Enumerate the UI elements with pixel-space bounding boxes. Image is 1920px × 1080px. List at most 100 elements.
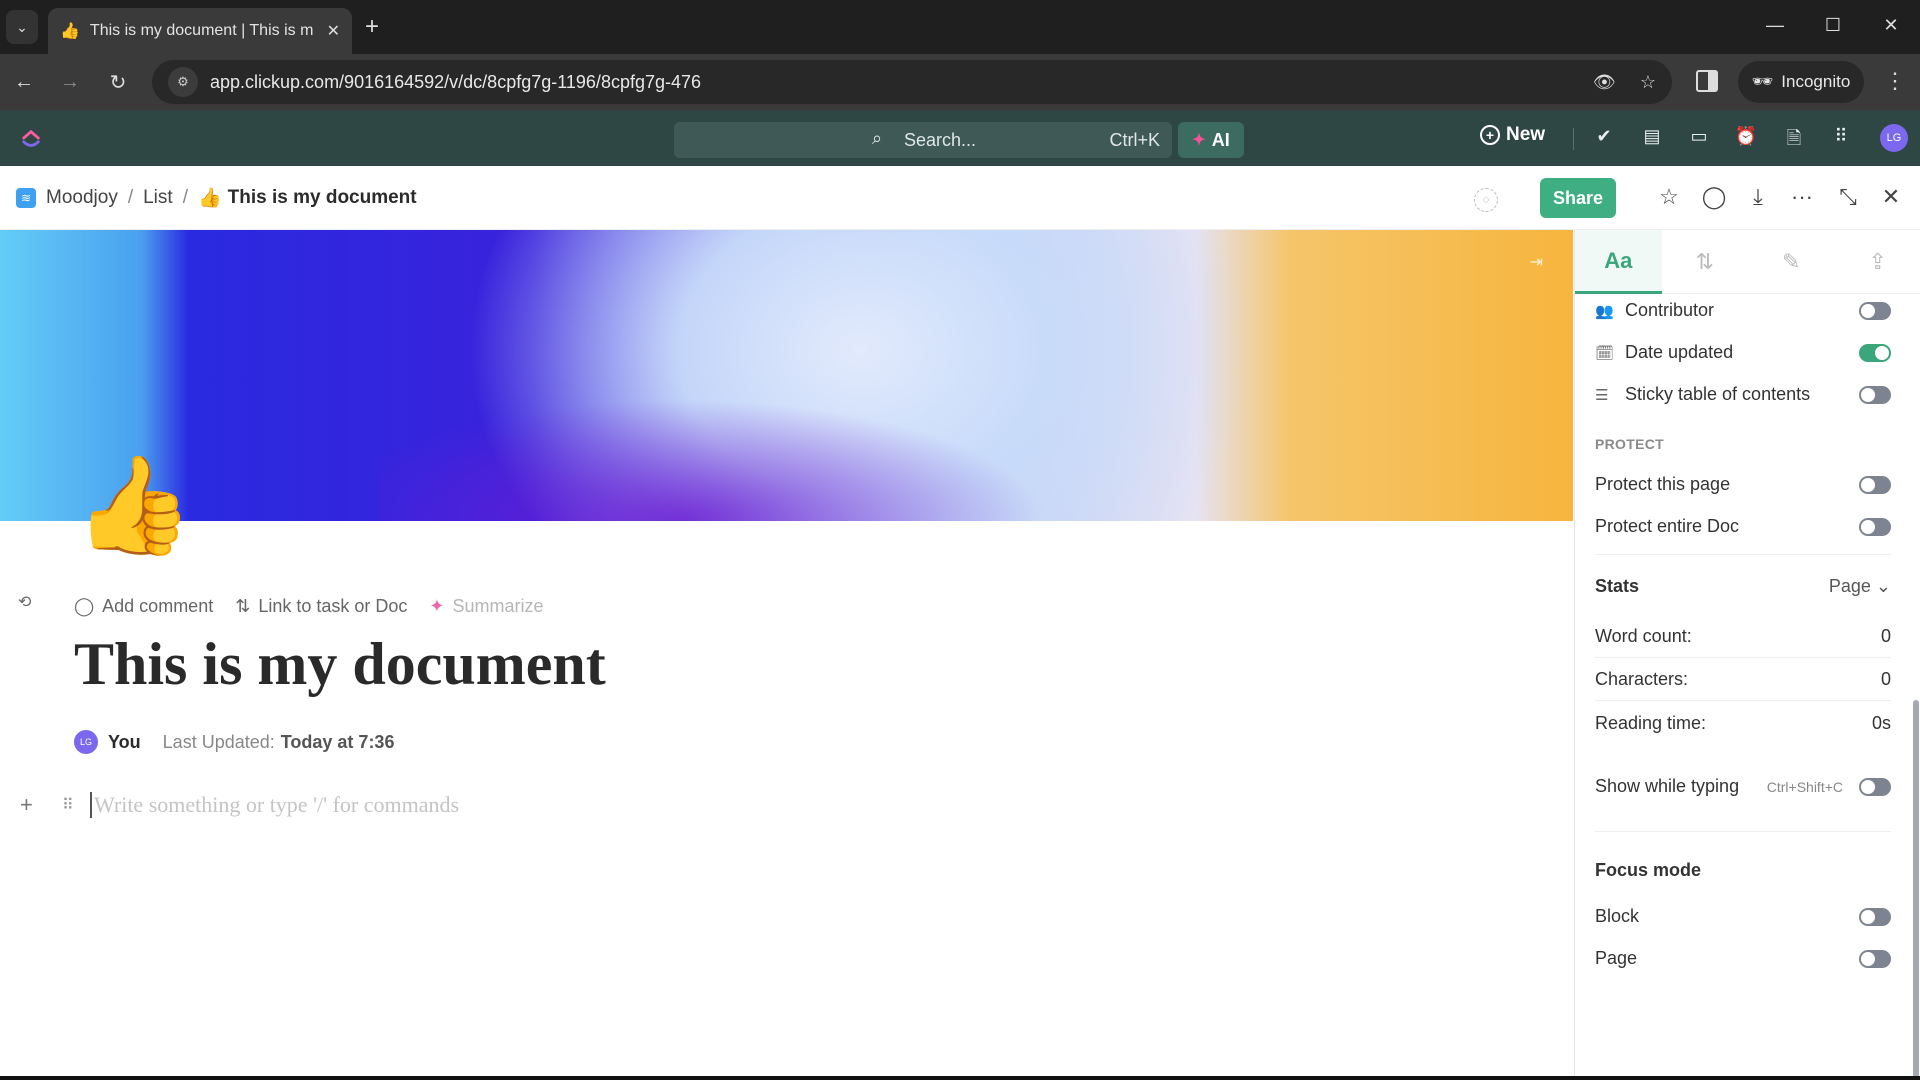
doc-title[interactable]: This is my document bbox=[74, 630, 606, 699]
ai-button[interactable]: ✦ AI bbox=[1178, 122, 1244, 158]
tab-typography[interactable]: Aa bbox=[1575, 230, 1662, 294]
side-panel-icon[interactable] bbox=[1696, 70, 1718, 92]
reload-icon[interactable]: ↻ bbox=[102, 66, 134, 98]
favorite-star-icon[interactable]: ☆ bbox=[1655, 184, 1683, 210]
date-updated-toggle[interactable] bbox=[1859, 343, 1891, 362]
apps-grid-icon[interactable]: ⠿ bbox=[1829, 126, 1853, 147]
close-window-icon[interactable]: ✕ bbox=[1862, 0, 1920, 50]
site-info-icon[interactable]: ⚙ bbox=[168, 67, 198, 97]
stat-value: 0 bbox=[1880, 669, 1891, 689]
editor-input[interactable]: Write something or type '/' for commands bbox=[90, 792, 459, 818]
clickup-logo-icon[interactable] bbox=[20, 128, 42, 150]
document-area: ⇥ 👍 ⟲ ◯ Add comment ⇅ Link to task or Do… bbox=[0, 230, 1573, 1080]
check-circle-icon[interactable]: ✔ bbox=[1592, 126, 1616, 147]
browser-tab-active[interactable]: 👍 This is my document | This is m ✕ bbox=[48, 8, 352, 54]
contributor-toggle[interactable] bbox=[1859, 301, 1891, 320]
screen: ⌄ 👍 This is my document | This is m ✕ + … bbox=[0, 0, 1920, 1080]
tab-export-icon[interactable]: ⇪ bbox=[1835, 230, 1920, 294]
doc-actions: ◯ Add comment ⇅ Link to task or Doc ✦ Su… bbox=[74, 596, 544, 617]
cover-image[interactable]: ⇥ bbox=[0, 230, 1573, 521]
toggle-label: Date updated bbox=[1625, 342, 1734, 362]
stat-row-word-count: Word count: 0 bbox=[1595, 626, 1891, 647]
stats-scope-dropdown[interactable]: Page ⌄ bbox=[1829, 576, 1891, 597]
close-tab-icon[interactable]: ✕ bbox=[327, 21, 340, 41]
toggle-row-date-updated: 🗓 Date updated bbox=[1595, 342, 1891, 363]
contributors-icon: 👥 bbox=[1595, 302, 1614, 320]
page-history-icon[interactable]: ⟲ bbox=[18, 592, 31, 612]
maximize-icon[interactable]: ☐ bbox=[1804, 0, 1862, 50]
bookmark-star-icon[interactable]: ☆ bbox=[1640, 72, 1656, 93]
comment-icon[interactable]: ◯ bbox=[1700, 184, 1728, 210]
add-comment-button[interactable]: ◯ Add comment bbox=[74, 596, 213, 617]
collapse-cover-icon[interactable]: ⇥ bbox=[1530, 252, 1543, 272]
window-controls: — ☐ ✕ bbox=[1746, 0, 1920, 54]
browser-toolbar: ← → ↻ ⚙ app.clickup.com/9016164592/v/dc/… bbox=[0, 54, 1920, 110]
panel-scrollbar[interactable] bbox=[1913, 700, 1919, 1078]
stat-row-characters: Characters: 0 bbox=[1595, 669, 1891, 690]
more-options-icon[interactable]: ··· bbox=[1788, 184, 1816, 210]
search-placeholder: Search... bbox=[904, 130, 977, 150]
breadcrumb-separator: / bbox=[182, 187, 188, 208]
space-wifi-icon: ≋ bbox=[16, 188, 36, 208]
tag-icon[interactable]: ◌ bbox=[1474, 188, 1498, 212]
minimize-icon[interactable]: — bbox=[1746, 0, 1804, 50]
forward-icon[interactable]: → bbox=[54, 66, 86, 98]
close-doc-icon[interactable]: ✕ bbox=[1877, 184, 1905, 210]
tab-magic-wand-icon[interactable]: ✎ bbox=[1748, 230, 1835, 294]
show-while-typing-toggle[interactable] bbox=[1859, 777, 1891, 796]
breadcrumb-space[interactable]: Moodjoy bbox=[46, 187, 118, 209]
stat-label: Word count: bbox=[1595, 626, 1692, 646]
new-label: New bbox=[1506, 124, 1546, 145]
toggle-row-contributor: 👥 Contributor bbox=[1595, 300, 1891, 321]
divider bbox=[1573, 128, 1574, 150]
eye-off-icon[interactable]: 👁 bbox=[1593, 72, 1616, 93]
tab-list-button[interactable]: ⌄ bbox=[6, 10, 38, 44]
focus-page-toggle[interactable] bbox=[1859, 949, 1891, 968]
stats-header: Stats Page ⌄ bbox=[1595, 576, 1891, 597]
user-avatar[interactable]: LG bbox=[1880, 124, 1908, 152]
focus-mode-heading: Focus mode bbox=[1595, 860, 1702, 880]
sparkle-icon: ✦ bbox=[429, 596, 445, 616]
new-button[interactable]: + New bbox=[1480, 124, 1545, 146]
collapse-icon[interactable]: ⤡ bbox=[1834, 184, 1862, 210]
incognito-badge[interactable]: 🕶 Incognito bbox=[1738, 61, 1864, 103]
url-text[interactable]: app.clickup.com/9016164592/v/dc/8cpfg7g-… bbox=[210, 72, 1569, 93]
summarize-label: Summarize bbox=[452, 596, 544, 616]
alarm-clock-icon[interactable]: ⏰ bbox=[1734, 126, 1758, 147]
doc-meta: LG You Last Updated: Today at 7:36 bbox=[74, 730, 394, 754]
breadcrumb-list[interactable]: List bbox=[143, 187, 173, 209]
export-download-icon[interactable]: ⤓ bbox=[1744, 184, 1772, 210]
doc-icon-thumbs-up[interactable]: 👍 bbox=[74, 458, 194, 554]
back-icon[interactable]: ← bbox=[8, 66, 40, 98]
divider bbox=[1595, 657, 1891, 658]
notepad-icon[interactable]: ▤ bbox=[1640, 126, 1664, 147]
share-button[interactable]: Share bbox=[1540, 178, 1616, 218]
protect-page-toggle[interactable] bbox=[1859, 475, 1891, 494]
add-block-icon[interactable]: + bbox=[20, 792, 40, 818]
search-bar[interactable]: ⌕ Search... Ctrl+K bbox=[674, 122, 1172, 158]
document-icon[interactable]: 🗎 bbox=[1782, 126, 1806, 156]
toggle-row-show-while-typing: Show while typing Ctrl+Shift+C bbox=[1595, 776, 1891, 797]
sticky-toc-toggle[interactable] bbox=[1859, 385, 1891, 404]
last-updated-label: Last Updated: bbox=[162, 731, 275, 752]
browser-menu-icon[interactable]: ⋮ bbox=[1884, 68, 1906, 94]
protect-doc-toggle[interactable] bbox=[1859, 517, 1891, 536]
toggle-label: Protect entire Doc bbox=[1595, 516, 1740, 536]
link-task-label: Link to task or Doc bbox=[258, 596, 408, 616]
video-icon[interactable]: ▭ bbox=[1687, 126, 1711, 147]
focus-block-toggle[interactable] bbox=[1859, 907, 1891, 926]
address-bar[interactable]: ⚙ app.clickup.com/9016164592/v/dc/8cpfg7… bbox=[152, 60, 1672, 104]
toggle-label: Show while typing bbox=[1595, 776, 1740, 796]
ai-sparkle-icon: ✦ bbox=[1192, 132, 1206, 149]
link-task-button[interactable]: ⇅ Link to task or Doc bbox=[235, 596, 407, 617]
new-tab-button[interactable]: + bbox=[365, 12, 379, 42]
summarize-button[interactable]: ✦ Summarize bbox=[429, 596, 543, 617]
protect-heading: PROTECT bbox=[1595, 436, 1664, 452]
author-avatar[interactable]: LG bbox=[74, 730, 98, 754]
search-shortcut: Ctrl+K bbox=[1109, 130, 1160, 150]
author-name[interactable]: You bbox=[108, 732, 141, 753]
search-icon: ⌕ bbox=[872, 128, 883, 148]
tab-relationships-icon[interactable]: ⇅ bbox=[1662, 230, 1749, 294]
breadcrumb-current-doc[interactable]: This is my document bbox=[228, 187, 417, 209]
drag-handle-icon[interactable]: ⠿ bbox=[62, 795, 74, 815]
